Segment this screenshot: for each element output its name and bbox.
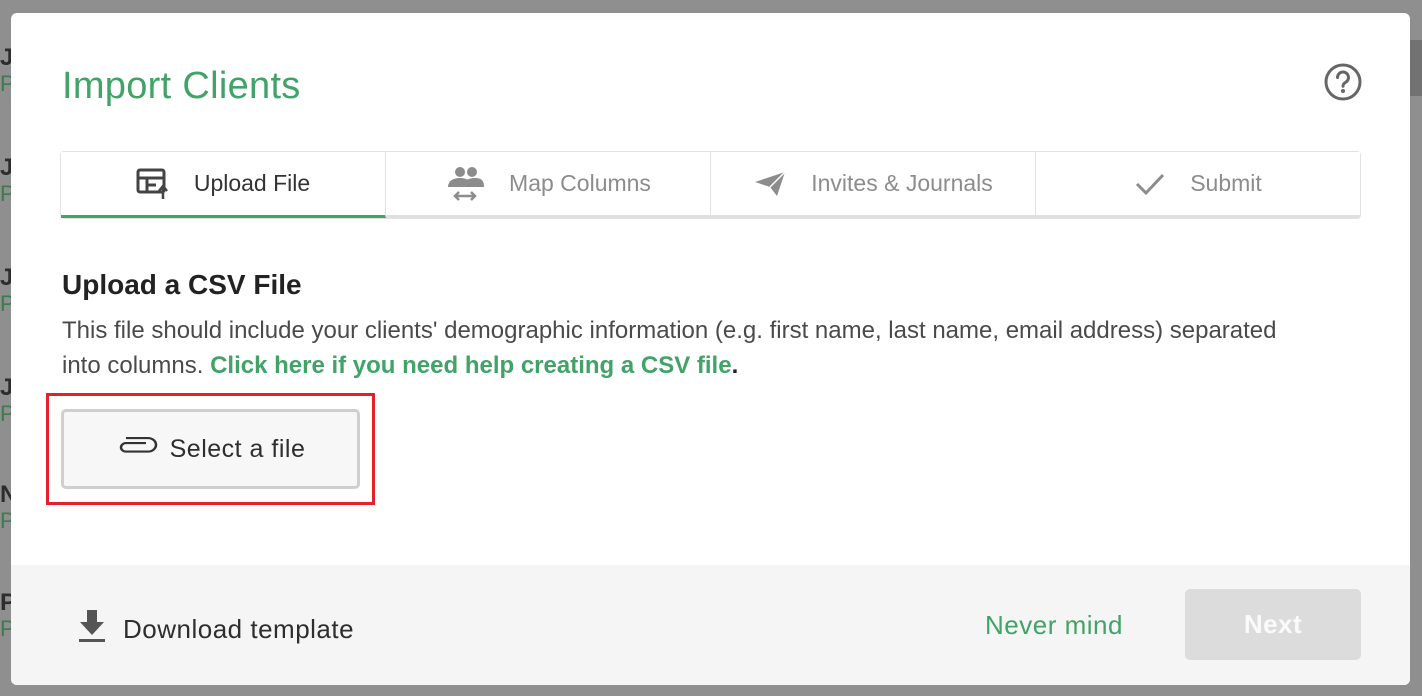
help-circle-icon[interactable] [1323, 62, 1363, 102]
step-submit[interactable]: Submit [1036, 152, 1360, 218]
backdrop-scrollbar [1410, 40, 1422, 96]
download-template-label: Download template [123, 614, 355, 644]
download-template-button[interactable]: Download template [77, 608, 354, 651]
select-file-button[interactable]: Select a file [61, 409, 360, 489]
upload-description: This file should include your clients' d… [62, 313, 1282, 383]
paperclip-icon [116, 435, 158, 464]
csv-help-link[interactable]: Click here if you need help creating a C… [210, 352, 731, 379]
download-icon [77, 608, 107, 651]
upload-heading: Upload a CSV File [62, 269, 302, 300]
step-label: Upload File [193, 170, 311, 196]
step-upload-file[interactable]: Upload File [61, 152, 386, 218]
step-label: Submit [1190, 170, 1262, 196]
import-clients-dialog: Import Clients Upload File Map Columns I… [11, 13, 1410, 685]
table-upload-icon [136, 168, 170, 200]
paper-plane-icon [753, 170, 787, 198]
select-file-label: Select a file [169, 434, 306, 463]
step-invites-journals[interactable]: Invites & Journals [711, 152, 1036, 218]
step-label: Map Columns [509, 170, 651, 196]
next-button[interactable]: Next [1185, 589, 1361, 660]
people-swap-icon [445, 165, 485, 203]
step-label: Invites & Journals [811, 170, 993, 196]
dialog-title: Import Clients [62, 65, 301, 107]
link-suffix: . [731, 352, 739, 379]
never-mind-button[interactable]: Never mind [985, 610, 1123, 641]
dialog-footer: Download template Never mind Next [11, 565, 1410, 685]
check-icon [1134, 171, 1166, 197]
step-map-columns[interactable]: Map Columns [386, 152, 711, 218]
import-steps: Upload File Map Columns Invites & Journa… [60, 151, 1361, 219]
